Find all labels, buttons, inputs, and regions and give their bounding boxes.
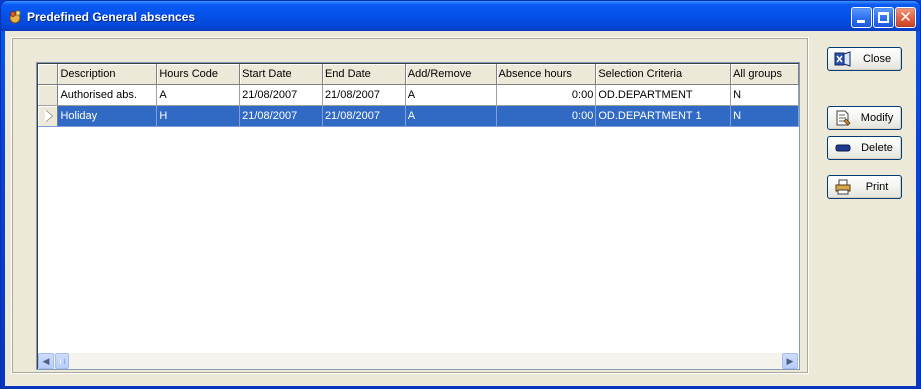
horizontal-scrollbar[interactable]: ◀ ▶ [38, 353, 798, 369]
minus-bar-icon [835, 144, 851, 152]
modify-button-label: Modify [860, 112, 894, 124]
cell-description[interactable]: Authorised abs. [57, 84, 158, 106]
cell-absence-hours[interactable]: 0:00 [496, 105, 597, 127]
cell-absence-hours[interactable]: 0:00 [496, 84, 597, 106]
window-close-button[interactable]: ✕ [895, 7, 916, 28]
close-button[interactable]: Close [827, 47, 902, 71]
app-icon [9, 10, 21, 24]
cell-start-date[interactable]: 21/08/2007 [239, 84, 323, 106]
scroll-thumb[interactable] [55, 353, 69, 369]
dialog-window: Predefined General absences ✕ Descriptio… [0, 0, 921, 389]
cell-hours-code[interactable]: A [156, 84, 241, 106]
title-bar[interactable]: Predefined General absences ✕ [1, 1, 920, 31]
cell-description[interactable]: Holiday [57, 105, 158, 127]
cell-selection-criteria[interactable]: OD.DEPARTMENT 1 [595, 105, 732, 127]
row-indicator[interactable] [38, 105, 59, 127]
cell-hours-code[interactable]: H [156, 105, 241, 127]
scroll-left-button[interactable]: ◀ [38, 353, 54, 369]
column-header[interactable]: Description [57, 64, 158, 85]
column-header[interactable]: End Date [322, 64, 406, 85]
window-title: Predefined General absences [27, 10, 196, 24]
delete-button[interactable]: Delete [827, 136, 902, 160]
minimize-button[interactable] [851, 7, 872, 28]
document-edit-icon [836, 110, 851, 126]
maximize-icon [878, 12, 889, 23]
column-header[interactable]: Start Date [239, 64, 323, 85]
row-indicator-header [38, 64, 59, 85]
column-header[interactable]: All groups [730, 64, 799, 85]
header-row: Description Hours Code Start Date End Da… [38, 64, 799, 85]
print-button-label: Print [865, 181, 889, 193]
cell-selection-criteria[interactable]: OD.DEPARTMENT [595, 84, 732, 106]
cell-all-groups[interactable]: N [730, 84, 799, 106]
column-header[interactable]: Add/Remove [405, 64, 497, 85]
delete-button-label: Delete [861, 142, 893, 154]
table-row[interactable]: Holiday H 21/08/2007 21/08/2007 A 0:00 O… [38, 105, 799, 127]
maximize-button[interactable] [873, 7, 894, 28]
current-row-arrow-icon [45, 109, 52, 122]
chevron-right-icon: ▶ [786, 356, 794, 366]
print-button[interactable]: Print [827, 175, 902, 199]
close-door-icon [834, 51, 851, 67]
cell-all-groups[interactable]: N [730, 105, 799, 127]
modify-button[interactable]: Modify [827, 106, 902, 130]
absences-table: Description Hours Code Start Date End Da… [38, 64, 799, 127]
column-header[interactable]: Selection Criteria [595, 64, 732, 85]
scroll-right-button[interactable]: ▶ [782, 353, 798, 369]
column-header[interactable]: Hours Code [156, 64, 241, 85]
column-header[interactable]: Absence hours [496, 64, 597, 85]
printer-icon [835, 179, 851, 195]
dialog-client-area: Description Hours Code Start Date End Da… [5, 31, 916, 386]
row-indicator[interactable] [38, 84, 59, 106]
cell-end-date[interactable]: 21/08/2007 [322, 105, 406, 127]
table-row[interactable]: Authorised abs. A 21/08/2007 21/08/2007 … [38, 84, 799, 106]
close-button-label: Close [862, 53, 892, 65]
grip-icon [60, 359, 65, 364]
cell-start-date[interactable]: 21/08/2007 [239, 105, 323, 127]
cell-add-remove[interactable]: A [405, 105, 497, 127]
grid-panel: Description Hours Code Start Date End Da… [11, 37, 809, 374]
absences-grid[interactable]: Description Hours Code Start Date End Da… [36, 62, 800, 370]
cell-add-remove[interactable]: A [405, 84, 497, 106]
cell-end-date[interactable]: 21/08/2007 [322, 84, 406, 106]
chevron-left-icon: ◀ [42, 356, 50, 366]
minimize-icon [857, 20, 865, 23]
close-x-icon: ✕ [899, 8, 912, 26]
